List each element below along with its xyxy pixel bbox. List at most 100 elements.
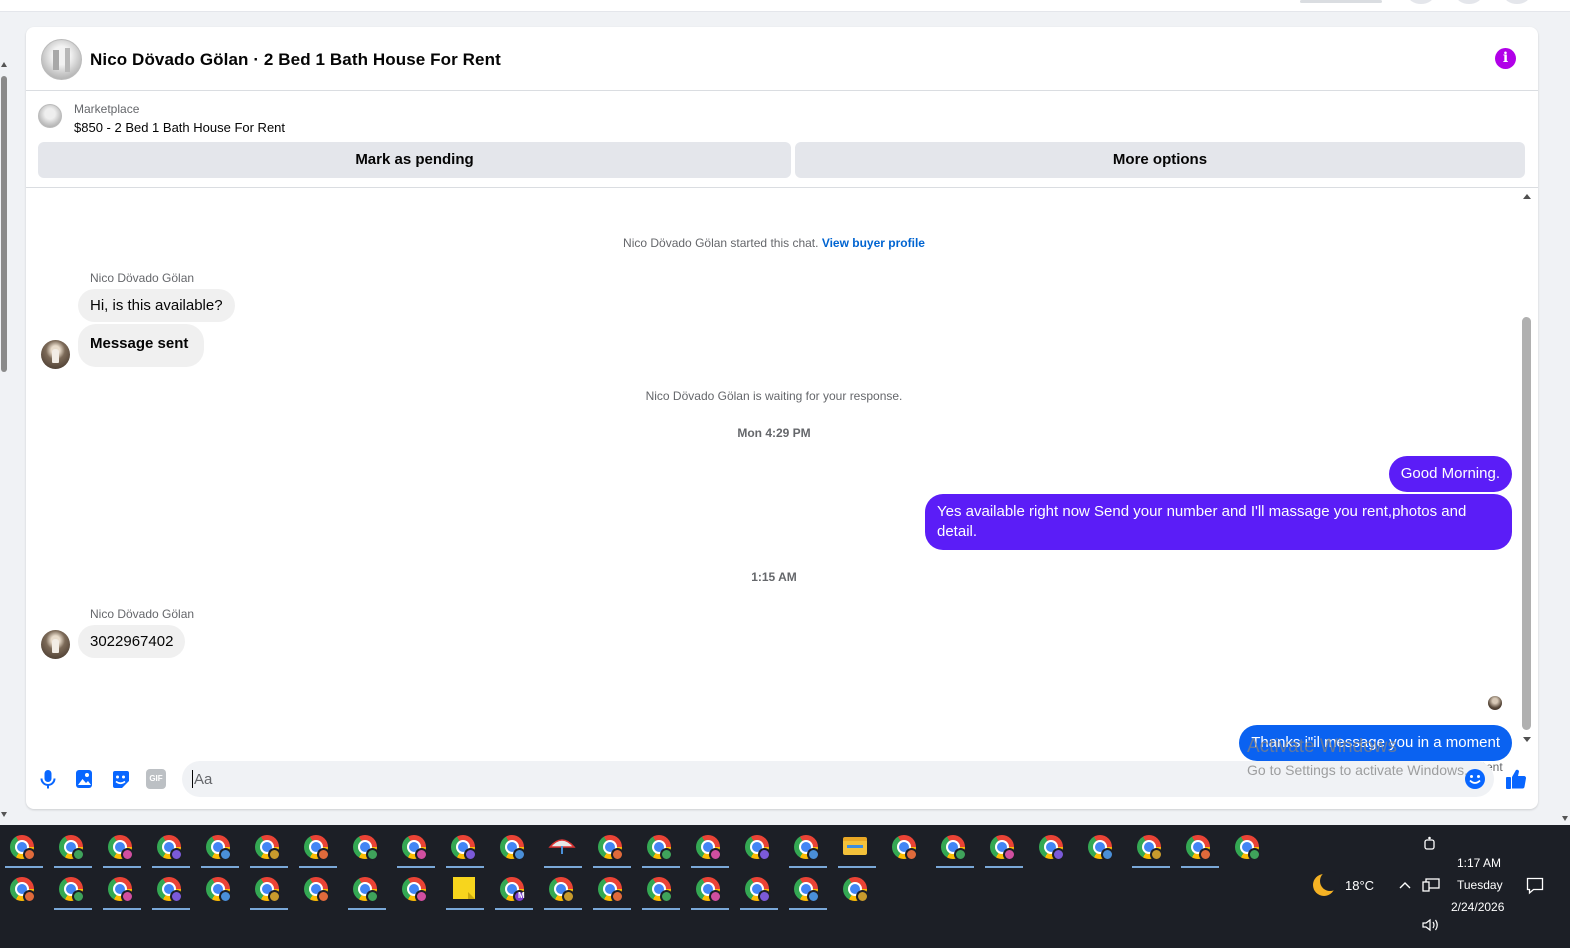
chrome-profile-icon[interactable]	[102, 831, 142, 868]
scroll-down-arrow[interactable]	[1, 812, 7, 817]
scroll-down-arrow[interactable]	[1562, 816, 1568, 821]
chrome-profile-icon[interactable]	[1082, 831, 1122, 863]
clock-time[interactable]: 1:17 AM	[1457, 856, 1501, 870]
clock-date[interactable]: 2/24/2026	[1451, 900, 1504, 914]
chrome-profile-icon[interactable]	[886, 831, 926, 863]
top-nav-avatar[interactable]	[1504, 0, 1530, 4]
chrome-profile-icon[interactable]	[4, 831, 44, 868]
gif-icon[interactable]: GIF	[146, 769, 166, 789]
microphone-icon[interactable]	[37, 768, 59, 790]
chrome-profile-icon[interactable]	[298, 873, 338, 905]
chrome-profile-icon[interactable]	[347, 873, 387, 910]
watermark-title: Activate Windows	[1247, 736, 1397, 757]
chrome-profile-icon[interactable]	[4, 873, 44, 905]
chrome-profile-icon[interactable]	[690, 873, 730, 910]
chrome-profile-icon[interactable]	[1229, 831, 1269, 863]
weather-temperature[interactable]: 18°C	[1345, 878, 1374, 893]
sticky-notes-icon[interactable]	[445, 873, 485, 910]
browser-top-strip	[0, 0, 1570, 12]
info-icon[interactable]: i	[1495, 48, 1516, 69]
clock-day[interactable]: Tuesday	[1457, 878, 1503, 892]
listing-avatar[interactable]	[41, 39, 82, 80]
sticker-icon[interactable]	[109, 768, 131, 790]
scroll-thumb[interactable]	[1, 76, 7, 372]
chrome-profile-icon[interactable]	[739, 831, 779, 863]
view-buyer-profile-link[interactable]: View buyer profile	[822, 236, 925, 250]
meet-now-icon[interactable]	[1423, 836, 1437, 852]
chrome-profile-icon[interactable]	[837, 873, 877, 905]
chrome-profile-icon[interactable]	[200, 873, 240, 905]
chrome-profile-icon[interactable]	[396, 873, 436, 905]
seen-avatar	[1488, 696, 1502, 710]
chrome-profile-icon[interactable]: M	[494, 873, 534, 910]
chrome-profile-icon[interactable]	[543, 873, 583, 910]
chrome-profile-icon[interactable]	[53, 831, 93, 868]
listing-summary[interactable]: Marketplace $850 - 2 Bed 1 Bath House Fo…	[38, 99, 1526, 137]
outgoing-message[interactable]: Good Morning.	[1388, 456, 1512, 492]
profile-badge-letter: M	[518, 891, 525, 900]
scroll-up-arrow[interactable]	[1, 62, 7, 67]
volume-icon[interactable]	[1422, 918, 1440, 932]
chrome-profile-icon[interactable]	[788, 873, 828, 910]
chrome-profile-icon[interactable]	[53, 873, 93, 910]
chrome-profile-icon[interactable]	[739, 873, 779, 910]
top-nav-bar	[1300, 0, 1382, 3]
chat-started-text: Nico Dövado Gölan started this chat.	[623, 236, 819, 250]
outgoing-message[interactable]: Yes available right now Send your number…	[925, 494, 1512, 550]
scroll-thumb[interactable]	[1522, 317, 1531, 730]
photo-icon[interactable]	[73, 768, 95, 790]
chrome-profile-icon[interactable]	[1180, 831, 1220, 868]
top-nav-button[interactable]	[1456, 0, 1482, 4]
page-scrollbar[interactable]	[0, 58, 8, 824]
chrome-profile-icon[interactable]	[298, 831, 338, 868]
listing-price-title: $850 - 2 Bed 1 Bath House For Rent	[74, 120, 286, 135]
chrome-profile-icon[interactable]	[1033, 831, 1073, 863]
sender-name: Nico Dövado Gölan	[90, 271, 195, 285]
sender-name: Nico Dövado Gölan	[90, 607, 195, 621]
top-nav-button[interactable]	[1408, 0, 1434, 4]
timestamp: 1:15 AM	[751, 570, 797, 584]
buyer-avatar[interactable]	[41, 340, 70, 369]
scroll-up-arrow[interactable]	[1523, 194, 1531, 199]
incoming-message[interactable]: Message sent	[78, 324, 205, 367]
chrome-profile-icon[interactable]	[788, 831, 828, 868]
incoming-message[interactable]: 3022967402	[78, 625, 186, 658]
chrome-profile-icon[interactable]	[1131, 831, 1171, 868]
chrome-profile-icon[interactable]	[249, 831, 289, 868]
chevron-up-icon[interactable]	[1399, 880, 1411, 890]
chrome-profile-icon[interactable]	[494, 831, 534, 863]
weather-moon-icon[interactable]	[1313, 871, 1340, 896]
buyer-avatar[interactable]	[41, 630, 70, 659]
chrome-profile-icon[interactable]	[445, 831, 485, 868]
umbrella-app-icon[interactable]	[543, 831, 583, 868]
scroll-down-arrow[interactable]	[1523, 737, 1531, 742]
mark-as-pending-button[interactable]: Mark as pending	[38, 142, 791, 178]
chrome-profile-icon[interactable]	[592, 831, 632, 868]
chat-header: Nico Dövado Gölan · 2 Bed 1 Bath House F…	[26, 27, 1538, 91]
chrome-profile-icon[interactable]	[984, 831, 1024, 868]
message-scrollbar[interactable]	[1520, 188, 1534, 746]
chrome-profile-icon[interactable]	[641, 831, 681, 868]
chrome-profile-icon[interactable]	[102, 873, 142, 910]
chrome-profile-icon[interactable]	[690, 831, 730, 868]
listing-thumbnail	[38, 104, 62, 128]
chrome-profile-icon[interactable]	[396, 831, 436, 868]
incoming-message[interactable]: Hi, is this available?	[78, 289, 235, 322]
chrome-profile-icon[interactable]	[935, 831, 975, 868]
chrome-profile-icon[interactable]	[200, 831, 240, 868]
chrome-profile-icon[interactable]	[592, 873, 632, 910]
chrome-profile-icon[interactable]	[151, 831, 191, 868]
chrome-profile-icon[interactable]	[347, 831, 387, 863]
chat-window: Nico Dövado Gölan · 2 Bed 1 Bath House F…	[26, 27, 1538, 809]
chat-title[interactable]: Nico Dövado Gölan · 2 Bed 1 Bath House F…	[90, 50, 501, 70]
more-options-button[interactable]: More options	[795, 142, 1525, 178]
chrome-profile-icon[interactable]	[249, 873, 289, 910]
notification-icon[interactable]	[1526, 877, 1544, 895]
page-scrollbar-right[interactable]	[1562, 58, 1570, 824]
thumbs-up-icon[interactable]	[1504, 767, 1528, 791]
chrome-profile-icon[interactable]	[151, 873, 191, 910]
listing-category: Marketplace	[74, 102, 140, 116]
network-icon[interactable]	[1422, 878, 1440, 892]
file-explorer-icon[interactable]	[837, 831, 877, 868]
chrome-profile-icon[interactable]	[641, 873, 681, 910]
